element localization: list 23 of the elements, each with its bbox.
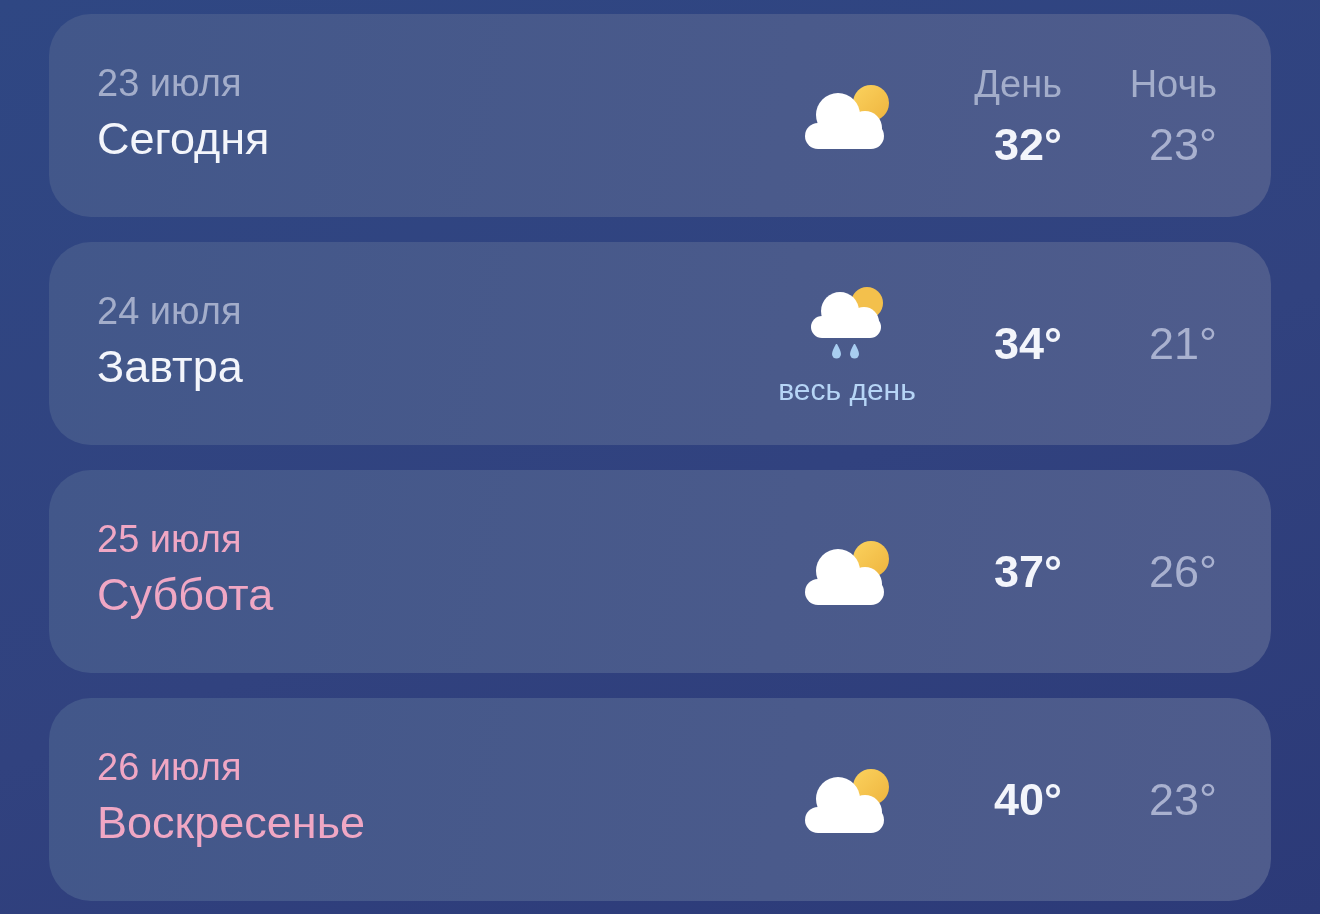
date-text: 23 июля: [97, 60, 242, 106]
column-label: День: [974, 61, 1062, 107]
night-temperature: 26°: [1148, 545, 1217, 598]
column-label: Ночь: [1129, 61, 1217, 107]
day-temperature: 40°: [993, 773, 1062, 826]
date-text: 25 июля: [97, 516, 242, 562]
day-temperature: 34°: [993, 317, 1062, 370]
sun-behind-cloud-icon: [804, 766, 890, 833]
day-name: Сегодня: [97, 111, 270, 166]
day-name: Завтра: [97, 339, 243, 394]
night-temperature: 23°: [1148, 773, 1217, 826]
sun-behind-cloud-icon: [804, 538, 890, 605]
day-temperature: 32°: [993, 118, 1062, 171]
night-temperature: 23°: [1148, 118, 1217, 171]
date-text: 24 июля: [97, 288, 242, 334]
day-name: Воскресенье: [97, 795, 366, 850]
date-text: 26 июля: [97, 744, 242, 790]
precipitation-note: весь день: [778, 371, 916, 408]
day-temperature: 37°: [993, 545, 1062, 598]
sun-cloud-rain-icon: [810, 285, 884, 362]
day-name: Суббота: [97, 567, 274, 622]
sun-behind-cloud-icon: [804, 82, 890, 149]
night-temperature: 21°: [1148, 317, 1217, 370]
